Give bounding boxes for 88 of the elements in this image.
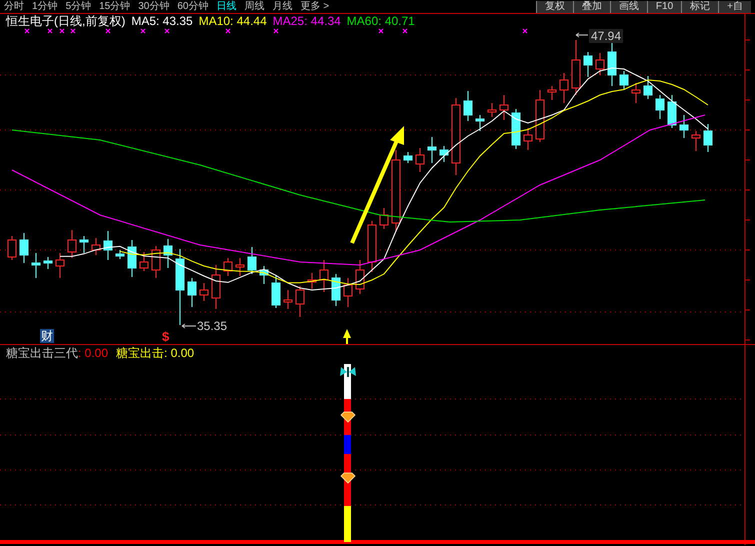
candlestick	[8, 236, 16, 260]
toolbar-button[interactable]: 标记	[681, 0, 718, 12]
candlestick	[272, 276, 280, 308]
low-price-label: 35.35	[197, 319, 228, 333]
candlestick	[20, 232, 28, 264]
candlestick	[212, 264, 220, 310]
indicator-legend-text: 糖宝出击:	[116, 346, 168, 360]
candlestick	[260, 266, 268, 284]
candlestick	[584, 52, 592, 78]
chart-title: 恒生电子(日线,前复权)	[6, 14, 126, 28]
period-tab[interactable]: 5分钟	[66, 0, 92, 12]
candlestick	[80, 236, 88, 254]
candlestick	[224, 258, 232, 276]
candlestick	[524, 128, 532, 150]
candlestick	[488, 102, 496, 118]
candlestick	[512, 108, 520, 150]
candlestick	[632, 82, 640, 104]
period-tab[interactable]: 周线	[244, 0, 264, 12]
candlestick	[284, 290, 292, 310]
candlestick	[668, 94, 676, 128]
candlestick	[596, 52, 604, 76]
candlestick	[572, 40, 580, 96]
signal-arrow	[343, 329, 351, 344]
candlestick	[296, 286, 304, 318]
candlestick	[404, 152, 412, 164]
candlestick	[692, 130, 700, 152]
candlestick	[32, 252, 40, 278]
candlestick	[236, 258, 244, 276]
candlestick	[68, 230, 76, 258]
candlestick	[344, 278, 352, 308]
indicator-legend-text: 糖宝出击三代	[6, 346, 78, 360]
candlestick	[476, 114, 484, 132]
indicator-legend-text: 0.00	[170, 346, 194, 360]
toolbar-button[interactable]: +自	[718, 0, 751, 12]
candlestick	[464, 90, 472, 122]
candlestick	[188, 278, 196, 308]
toolbar-button[interactable]: 叠加	[572, 0, 610, 12]
candlestick	[368, 220, 376, 272]
moving-average-value: MA10: 44.44	[198, 14, 267, 28]
period-tab[interactable]: 分时	[4, 0, 24, 12]
candlestick	[320, 260, 328, 292]
candlestick	[152, 246, 160, 278]
candlestick	[200, 282, 208, 302]
candlestick	[380, 208, 388, 230]
indicator-legend-text: : 0.00	[78, 346, 108, 360]
candlestick	[140, 252, 148, 272]
candlestick	[704, 124, 712, 152]
candlestick	[164, 238, 172, 268]
toolbar-button[interactable]: 复权	[536, 0, 573, 12]
moving-average-value: MA60: 40.71	[346, 14, 415, 28]
period-tab[interactable]: 月线	[272, 0, 292, 12]
period-tab[interactable]: 15分钟	[99, 0, 130, 12]
candlestick	[608, 42, 616, 86]
toolbar-button[interactable]: 画线	[610, 0, 647, 12]
moving-average-value: MA25: 44.34	[272, 14, 341, 28]
candlestick	[416, 148, 424, 172]
candlestick	[644, 76, 652, 100]
candlestick	[560, 72, 568, 104]
finance-badge[interactable]: 财	[40, 329, 54, 343]
candlestick	[104, 230, 112, 260]
candlestick	[92, 238, 100, 256]
period-tab[interactable]: 60分钟	[177, 0, 208, 12]
candlestick	[656, 94, 664, 120]
signal-marker: $	[162, 330, 170, 344]
candlestick	[308, 272, 316, 290]
high-price-label: 47.94	[589, 29, 624, 43]
leader-line	[182, 324, 196, 328]
period-tab[interactable]: 1分钟	[32, 0, 58, 12]
candlestick	[44, 256, 52, 270]
candlestick	[332, 274, 340, 306]
candlestick	[620, 70, 628, 90]
candlestick	[116, 250, 124, 260]
candlestick	[548, 86, 556, 100]
leader-line	[576, 32, 588, 38]
candlestick	[536, 90, 544, 142]
candlestick	[428, 136, 436, 164]
candlestick	[440, 146, 448, 162]
candlestick	[248, 246, 256, 274]
period-tab[interactable]: 日线	[216, 0, 236, 12]
toolbar-button[interactable]: F10	[646, 0, 682, 12]
candlestick	[500, 94, 508, 120]
candlestick	[56, 252, 64, 278]
moving-average-value: MA5: 43.35	[131, 14, 193, 28]
candlestick	[356, 260, 364, 294]
period-tab[interactable]: 30分钟	[138, 0, 170, 12]
candlestick	[680, 114, 688, 138]
period-tab[interactable]: 更多 >	[300, 0, 330, 12]
candlestick	[128, 240, 136, 278]
